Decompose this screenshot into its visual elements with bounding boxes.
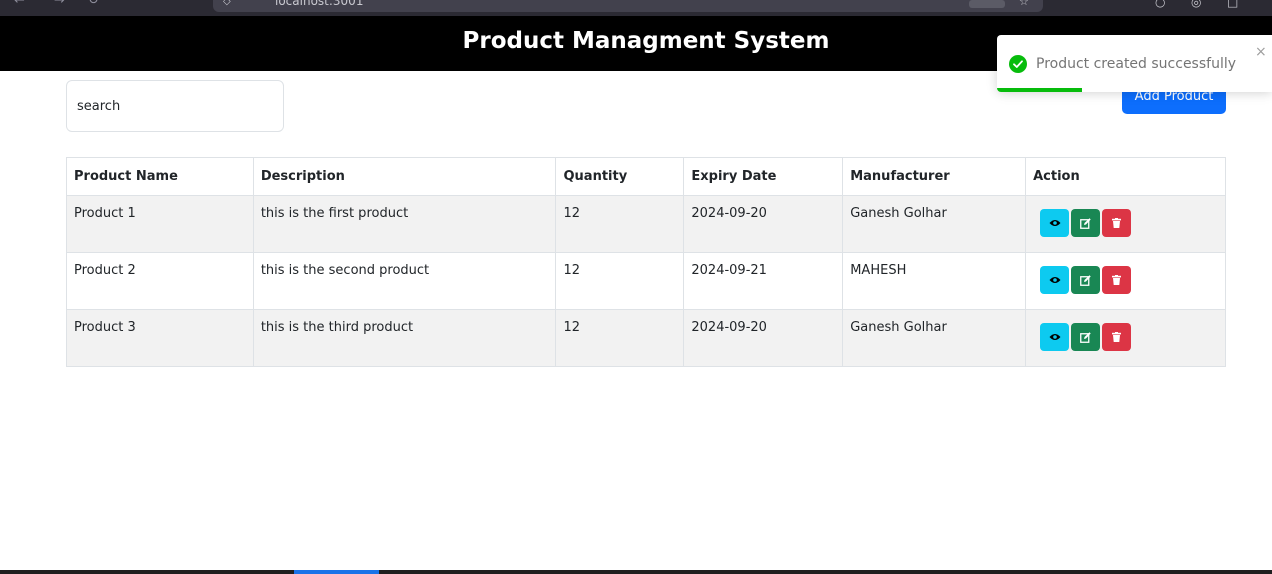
product-table: Product Name Description Quantity Expiry… [66, 157, 1226, 367]
eye-icon [1049, 220, 1061, 226]
table-row: Product 3 this is the third product 12 2… [66, 309, 1226, 367]
column-header-manufacturer: Manufacturer [842, 157, 1027, 196]
extensions-icon[interactable]: □ [1227, 0, 1238, 9]
zoom-indicator[interactable] [969, 0, 1005, 8]
delete-button[interactable] [1102, 209, 1132, 237]
cell-quantity: 12 [555, 195, 685, 253]
cell-quantity: 12 [555, 309, 685, 367]
cell-product-name: Product 1 [66, 195, 254, 253]
eye-icon [1049, 277, 1061, 283]
trash-icon [1112, 218, 1122, 228]
cell-manufacturer: Ganesh Golhar [842, 195, 1027, 253]
cell-expiry-date: 2024-09-20 [683, 309, 844, 367]
cell-expiry-date: 2024-09-21 [683, 252, 844, 310]
close-icon[interactable]: × [1255, 45, 1267, 59]
trash-icon [1112, 275, 1122, 285]
cell-description: this is the second product [252, 252, 557, 310]
taskbar-active-indicator [294, 570, 379, 574]
url-text: localhost:3001 [275, 0, 364, 8]
back-icon[interactable]: ← [14, 0, 25, 8]
edit-icon [1080, 274, 1091, 286]
cell-product-name: Product 2 [66, 252, 254, 310]
edit-button[interactable] [1071, 323, 1101, 351]
edit-icon [1080, 217, 1091, 229]
cell-product-name: Product 3 [66, 309, 254, 367]
trash-icon [1112, 332, 1122, 342]
table-header-row: Product Name Description Quantity Expiry… [66, 157, 1226, 196]
view-button[interactable] [1040, 323, 1070, 351]
view-button[interactable] [1040, 266, 1070, 294]
column-header-quantity: Quantity [555, 157, 685, 196]
table-row: Product 2 this is the second product 12 … [66, 252, 1226, 310]
view-button[interactable] [1040, 209, 1070, 237]
cell-actions [1025, 252, 1226, 310]
address-bar[interactable]: ◇ localhost:3001 ☆ [213, 0, 1043, 12]
check-circle-icon [1009, 55, 1027, 73]
search-input[interactable] [66, 80, 284, 132]
cell-manufacturer: MAHESH [842, 252, 1027, 310]
taskbar [0, 570, 1272, 574]
delete-button[interactable] [1102, 323, 1132, 351]
success-toast[interactable]: Product created successfully × [997, 35, 1272, 92]
delete-button[interactable] [1102, 266, 1132, 294]
site-info-icon[interactable]: ◇ [223, 0, 231, 7]
column-header-product-name: Product Name [66, 157, 254, 196]
edit-button[interactable] [1071, 266, 1101, 294]
cell-quantity: 12 [555, 252, 685, 310]
forward-icon[interactable]: → [54, 0, 65, 8]
toast-progress-bar [997, 88, 1083, 92]
edit-icon [1080, 331, 1091, 343]
eye-icon [1049, 334, 1061, 340]
column-header-description: Description [252, 157, 557, 196]
toast-message: Product created successfully [1036, 56, 1237, 72]
column-header-expiry-date: Expiry Date [683, 157, 844, 196]
cell-manufacturer: Ganesh Golhar [842, 309, 1027, 367]
edit-button[interactable] [1071, 209, 1101, 237]
reload-icon[interactable]: ↻ [88, 0, 99, 8]
cell-description: this is the third product [252, 309, 557, 367]
bookmark-star-icon[interactable]: ☆ [1019, 0, 1029, 8]
account-icon[interactable]: ◎ [1191, 0, 1201, 9]
cell-actions [1025, 195, 1226, 253]
browser-toolbar: ← → ↻ ◇ localhost:3001 ☆ ○ ◎ □ [0, 0, 1272, 16]
cell-actions [1025, 309, 1226, 367]
table-row: Product 1 this is the first product 12 2… [66, 195, 1226, 253]
cell-description: this is the first product [252, 195, 557, 253]
cell-expiry-date: 2024-09-20 [683, 195, 844, 253]
pocket-icon[interactable]: ○ [1155, 0, 1165, 9]
column-header-action: Action [1025, 157, 1226, 196]
